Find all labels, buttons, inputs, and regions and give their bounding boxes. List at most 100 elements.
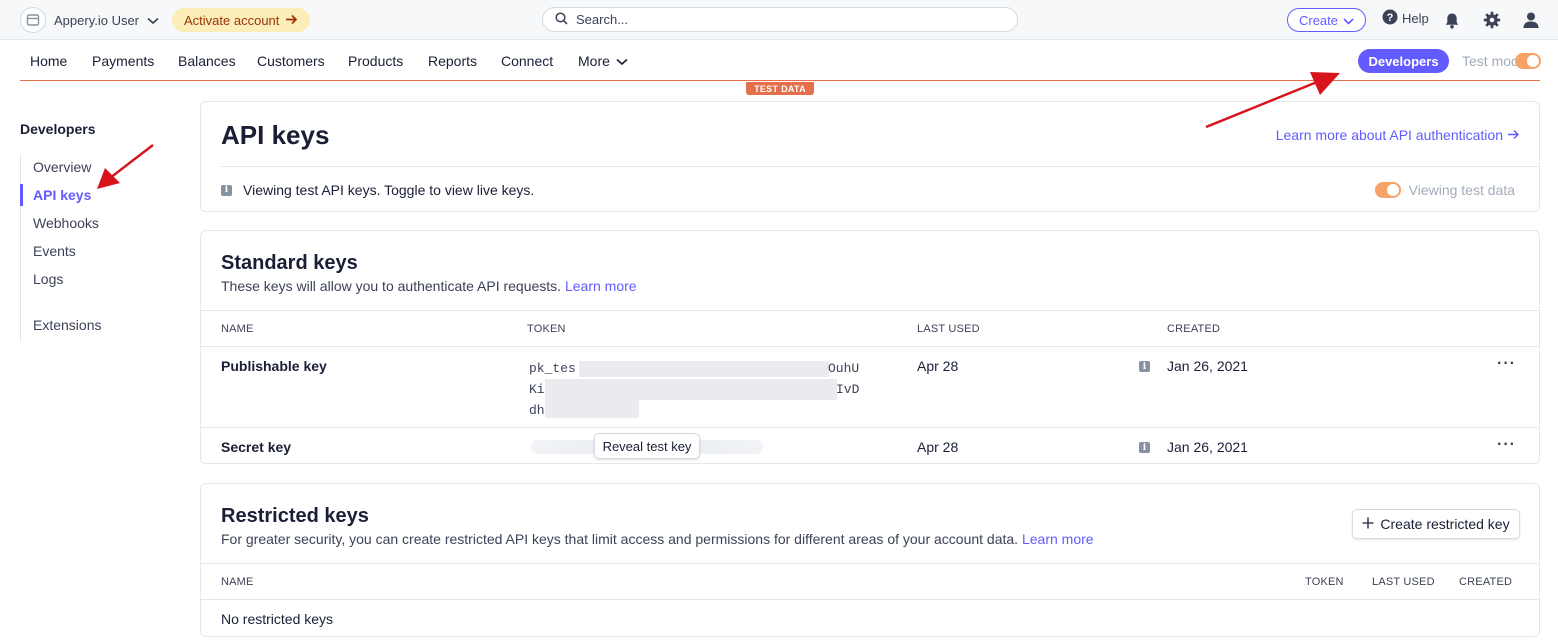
section-description: These keys will allow you to authenticat… [221,278,637,294]
activate-account-button[interactable]: Activate account [172,8,311,32]
nav-payments[interactable]: Payments [92,53,154,69]
toggle-knob [1386,184,1399,196]
column-header-created: CREATED [1459,576,1513,588]
sidebar-item-overview[interactable]: Overview [33,159,91,175]
svg-text:?: ? [1387,12,1394,24]
column-header-last-used: LAST USED [917,323,980,335]
top-bar: Appery.io User Activate account Create ?… [0,0,1558,40]
column-header-token: TOKEN [527,323,566,335]
token-line: Ki IvD [529,379,859,400]
token-text: IvD [836,382,860,397]
divider [201,599,1539,600]
divider [201,346,1539,347]
column-header-created: CREATED [1167,323,1221,335]
chevron-down-icon [147,12,159,28]
column-header-name: NAME [221,323,254,335]
empty-state-text: No restricted keys [221,611,334,627]
column-header-token: TOKEN [1305,576,1344,588]
search-icon [555,11,568,28]
toggle-knob [1527,55,1539,67]
secret-key-name: Secret key [221,439,292,455]
api-keys-header-card: API keys Learn more about API authentica… [200,101,1540,212]
nav-home[interactable]: Home [30,53,67,69]
create-button[interactable]: Create [1287,8,1366,32]
test-data-badge: TEST DATA [746,82,814,95]
help-button[interactable]: ? Help [1382,9,1429,28]
learn-more-link[interactable]: Learn more [565,278,637,294]
token-text: pk_tes [529,361,576,376]
page-title: API keys [221,120,330,150]
create-restricted-key-label: Create restricted key [1380,516,1510,532]
section-title: Restricted keys [221,505,369,527]
sidebar-title: Developers [20,121,96,137]
publishable-key-name: Publishable key [221,358,327,374]
account-name: Appery.io User [54,12,140,28]
nav-balances[interactable]: Balances [178,53,236,69]
more-options-icon[interactable]: ··· [1497,436,1516,454]
redaction-block [545,400,639,418]
sidebar-item-webhooks[interactable]: Webhooks [33,215,99,231]
secret-key-created: Jan 26, 2021 [1167,439,1248,455]
redaction-block [545,379,837,400]
reveal-test-key-button[interactable]: Reveal test key [594,433,700,459]
activate-account-label: Activate account [184,12,280,28]
learn-api-auth-link[interactable]: Learn more about API authentication [1276,127,1520,143]
nav-reports[interactable]: Reports [428,53,477,69]
gear-icon[interactable] [1481,9,1503,31]
help-icon: ? [1382,9,1398,28]
viewing-test-data-toggle[interactable]: Viewing test data [1374,182,1515,198]
create-restricted-key-button[interactable]: Create restricted key [1352,509,1520,539]
nav-more[interactable]: More [578,53,628,69]
nav-more-label: More [578,53,610,69]
divider [201,427,1539,428]
info-banner: i Viewing test API keys. Toggle to view … [221,182,534,198]
description-text: For greater security, you can create res… [221,531,1019,547]
search-bar[interactable] [542,7,1018,32]
sidebar-item-extensions[interactable]: Extensions [33,317,101,333]
sidebar-item-api-keys[interactable]: API keys [33,187,91,203]
token-text: dh [529,403,545,418]
developers-button[interactable]: Developers [1358,49,1449,73]
publishable-key-last-used: Apr 28 [917,358,959,374]
chevron-down-icon [616,53,628,69]
token-text: Ki [529,382,545,397]
token-line: pk_tes OuhU [529,358,859,379]
account-switcher[interactable]: Appery.io User [20,7,159,33]
nav-connect[interactable]: Connect [501,53,553,69]
nav-products[interactable]: Products [348,53,403,69]
help-label: Help [1402,11,1429,26]
learn-more-link[interactable]: Learn more [1022,531,1094,547]
arrow-right-icon [1507,127,1520,143]
publishable-key-created: Jan 26, 2021 [1167,358,1248,374]
publishable-key-token[interactable]: pk_tes OuhU Ki IvD dh [529,358,859,421]
divider [201,310,1539,311]
secret-key-last-used: Apr 28 [917,439,959,455]
bell-icon[interactable] [1441,9,1463,31]
description-text: These keys will allow you to authenticat… [221,278,562,294]
store-icon [20,7,46,33]
divider [201,563,1539,564]
more-options-icon[interactable]: ··· [1497,355,1516,373]
learn-api-auth-label: Learn more about API authentication [1275,127,1503,143]
info-icon[interactable]: i [1139,442,1150,453]
column-header-last-used: LAST USED [1372,576,1435,588]
standard-keys-card: Standard keys These keys will allow you … [200,230,1540,464]
search-input[interactable] [576,12,976,27]
active-indicator [20,184,23,206]
toggle-switch[interactable] [1374,182,1401,198]
chevron-down-icon [1343,13,1354,28]
sidebar-nav: Overview API keys Webhooks Events Logs E… [20,154,160,342]
user-icon[interactable] [1520,9,1542,31]
info-icon[interactable]: i [1139,361,1150,372]
section-description: For greater security, you can create res… [221,531,1094,547]
nav-customers[interactable]: Customers [257,53,325,69]
sidebar-item-logs[interactable]: Logs [33,271,63,287]
arrow-right-icon [285,13,298,28]
viewing-test-label: Viewing test data [1408,182,1515,198]
sidebar-item-events[interactable]: Events [33,243,76,259]
divider [221,166,1539,167]
main-nav: Home Payments Balances Customers Product… [20,41,1541,81]
test-mode-toggle[interactable] [1515,53,1541,69]
plus-icon [1362,516,1374,532]
token-text: OuhU [828,361,860,376]
